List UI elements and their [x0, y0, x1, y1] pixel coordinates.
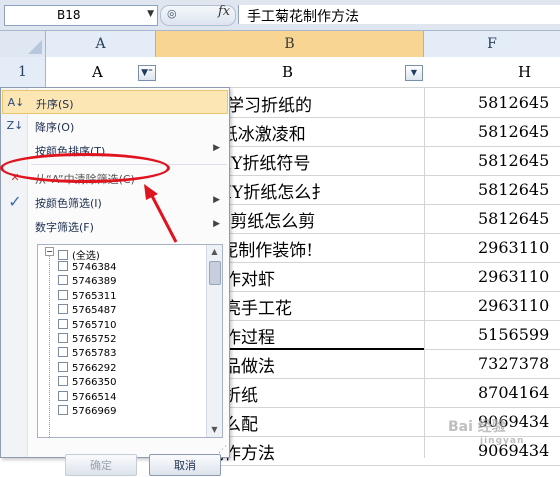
collapse-icon[interactable]: − — [45, 247, 54, 256]
chevron-right-icon: ▶ — [213, 219, 220, 229]
cell-f[interactable]: 2963110 — [478, 296, 560, 315]
list-item-label: 5765710 — [72, 319, 117, 331]
sort-ascending-icon: A↓ — [7, 96, 25, 109]
scroll-thumb[interactable] — [209, 261, 221, 285]
scroll-up-icon[interactable]: ▲ — [207, 245, 222, 259]
ok-button[interactable]: 确定 — [65, 454, 137, 476]
watermark: Bai 经验 jingyan — [448, 416, 558, 454]
list-item-label: 5765783 — [72, 348, 117, 360]
list-item-label: 5766514 — [72, 391, 117, 403]
checkbox[interactable] — [58, 318, 68, 329]
cell-f[interactable]: 5812645 — [478, 122, 560, 141]
checkbox[interactable] — [58, 390, 68, 401]
checkbox[interactable] — [58, 289, 68, 300]
cell-f[interactable]: 5812645 — [478, 93, 560, 112]
list-item-label: 5765487 — [72, 305, 117, 317]
cell-f[interactable]: 5156599 — [478, 325, 560, 344]
scrollbar[interactable]: ▲ ▼ — [206, 245, 222, 437]
list-item-label: 5766969 — [72, 406, 117, 417]
cell-b1[interactable]: B — [282, 63, 293, 81]
filter-menu: A↓ 升序(S) Z↓ 降序(O) 按颜色排序(T) ▶ ✕ 从“A”中清除筛选… — [0, 87, 230, 476]
cell-f[interactable]: 5812645 — [478, 151, 560, 170]
cell-a1[interactable]: A — [92, 63, 103, 81]
list-item[interactable]: 5765710 — [58, 318, 117, 332]
name-box[interactable]: B18 ▼ — [4, 5, 158, 26]
checkbox[interactable] — [58, 347, 68, 358]
menu-item-sort-descending[interactable]: Z↓ 降序(O) — [2, 114, 228, 138]
cell-f[interactable]: 2963110 — [478, 267, 560, 286]
list-item[interactable]: 5765752 — [58, 333, 117, 346]
chevron-right-icon: ▶ — [213, 143, 220, 153]
watermark-sub: jingyan — [480, 436, 525, 446]
checkbox[interactable] — [58, 250, 68, 260]
menu-item-label: 数字筛选(F) — [35, 221, 94, 234]
menu-item-label: 按颜色筛选(I) — [35, 197, 102, 210]
list-item[interactable]: 5765783 — [58, 347, 117, 360]
row-header-1[interactable]: 1 — [0, 57, 46, 87]
list-item-label: 5765311 — [72, 290, 117, 302]
sort-descending-icon: Z↓ — [6, 119, 24, 132]
insert-function-icon[interactable]: fx — [218, 4, 230, 19]
list-item-label: 5765752 — [72, 334, 117, 345]
cell-f[interactable]: 7327378 — [478, 354, 560, 373]
formula-text: 手工菊花制作方法 — [247, 9, 359, 25]
cell-f[interactable]: 5812645 — [478, 209, 560, 228]
column-header-f[interactable]: F — [424, 31, 560, 57]
menu-item-label: 降序(O) — [35, 121, 75, 134]
cancel-button[interactable]: 取消 — [149, 454, 221, 476]
list-item-select-all[interactable]: (全选) — [58, 247, 100, 262]
tree-line — [49, 251, 51, 437]
menu-item-sort-ascending[interactable]: A↓ 升序(S) — [2, 90, 228, 114]
checkbox[interactable] — [58, 333, 68, 343]
cell-h1[interactable]: H — [518, 63, 531, 81]
formula-input[interactable]: 手工菊花制作方法 — [238, 5, 560, 25]
checkbox[interactable] — [58, 275, 68, 286]
filter-dropdown-icon[interactable]: ▼ — [405, 65, 423, 81]
cell-f[interactable]: 5812645 — [478, 180, 560, 199]
expand-icon[interactable]: ◎ — [167, 7, 177, 20]
chevron-down-icon[interactable]: ▼ — [147, 9, 154, 19]
select-all-corner[interactable] — [0, 31, 46, 57]
list-item[interactable]: 5765311 — [58, 289, 117, 303]
list-item[interactable]: 5746389 — [58, 275, 117, 288]
list-item-label: 5746384 — [72, 262, 117, 273]
list-item[interactable]: 5766969 — [58, 405, 117, 418]
scroll-down-icon[interactable]: ▼ — [207, 423, 222, 437]
resize-grip-icon[interactable]: ⋰ — [218, 445, 227, 455]
column-gridline — [424, 87, 425, 458]
checkbox[interactable] — [58, 405, 68, 415]
select-all-icon — [28, 40, 42, 54]
name-box-value: B18 — [57, 8, 81, 22]
annotation-arrow — [144, 184, 178, 243]
list-item[interactable]: 5766514 — [58, 390, 117, 404]
cell-f[interactable]: 8704164 — [478, 383, 560, 402]
cell-f[interactable]: 2963110 — [478, 238, 560, 257]
list-item[interactable]: 5746384 — [58, 261, 117, 274]
checkbox[interactable] — [58, 361, 68, 372]
list-item-label: 5766350 — [72, 377, 117, 389]
menu-item-filter-by-color[interactable]: ✓ 按颜色筛选(I) ▶ — [2, 190, 228, 214]
checkbox[interactable] — [58, 261, 68, 271]
annotation-ellipse — [0, 153, 170, 183]
formula-bar: B18 ▼ ◎ fx 手工菊花制作方法 — [0, 0, 560, 31]
checkbox[interactable] — [58, 376, 68, 387]
column-header-b[interactable]: B — [156, 31, 424, 57]
list-item[interactable]: 5766350 — [58, 376, 117, 389]
list-item-label: 5766292 — [72, 362, 117, 374]
chevron-right-icon: ▶ — [213, 195, 220, 205]
checkbox[interactable] — [58, 304, 68, 315]
menu-item-number-filter[interactable]: 数字筛选(F) ▶ — [2, 214, 228, 238]
list-item-label: 5746389 — [72, 276, 117, 288]
column-headers: A B F — [0, 31, 560, 58]
list-item[interactable]: 5766292 — [58, 361, 117, 375]
menu-item-label: 升序(S) — [36, 98, 74, 111]
header-row: 1 A ▼⁼ B ▼ H — [0, 57, 560, 88]
check-icon: ✓ — [8, 192, 22, 211]
filter-value-list[interactable]: − (全选) 5746384 5746389 5765311 5765487 57657… — [37, 244, 223, 438]
column-header-a[interactable]: A — [46, 31, 156, 57]
filter-active-icon[interactable]: ▼⁼ — [138, 65, 156, 81]
watermark-text: Bai 经验 — [448, 419, 506, 435]
list-item[interactable]: 5765487 — [58, 304, 117, 317]
